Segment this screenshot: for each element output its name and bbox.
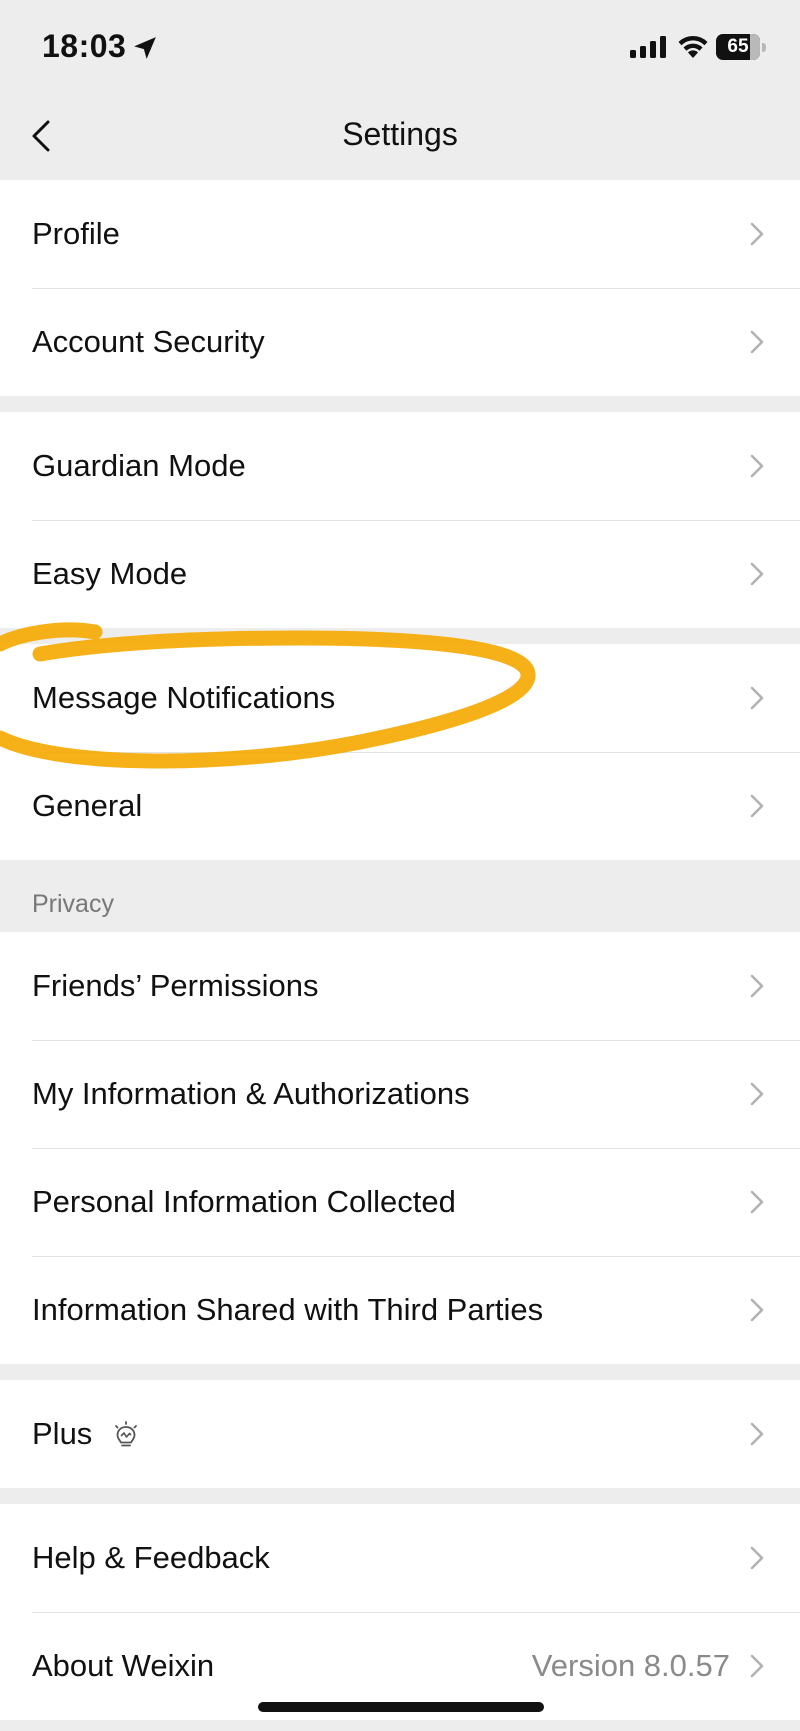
cellular-signal-icon bbox=[630, 36, 666, 58]
chevron-right-icon bbox=[750, 1546, 764, 1570]
home-indicator[interactable] bbox=[258, 1702, 544, 1712]
settings-group-privacy: Friends’ Permissions My Information & Au… bbox=[0, 932, 800, 1364]
battery-level: 65 bbox=[727, 36, 749, 57]
page-title: Settings bbox=[342, 116, 458, 152]
chevron-right-icon bbox=[750, 222, 764, 246]
chevron-right-icon bbox=[750, 974, 764, 998]
status-bar: 18:03 65 bbox=[0, 0, 800, 96]
version-value: Version 8.0.57 bbox=[531, 1648, 730, 1683]
chevron-right-icon bbox=[750, 1422, 764, 1446]
lightbulb-icon bbox=[115, 1421, 137, 1447]
chevron-right-icon bbox=[750, 562, 764, 586]
settings-group-plus: Plus bbox=[0, 1380, 800, 1488]
settings-row-easy-mode[interactable]: Easy Mode bbox=[0, 520, 800, 628]
settings-group-app: Message Notifications General bbox=[0, 644, 800, 860]
section-header-privacy: Privacy bbox=[32, 890, 114, 918]
settings-row-message-notifications[interactable]: Message Notifications bbox=[0, 644, 800, 752]
chevron-right-icon bbox=[750, 794, 764, 818]
settings-row-help-feedback[interactable]: Help & Feedback bbox=[0, 1504, 800, 1612]
settings-group-account: Profile Account Security bbox=[0, 180, 800, 396]
battery-icon: 65 bbox=[716, 34, 766, 60]
settings-row-general[interactable]: General bbox=[0, 752, 800, 860]
settings-group-about: Help & Feedback About Weixin Version 8.0… bbox=[0, 1504, 800, 1720]
nav-bar: Settings bbox=[0, 96, 800, 180]
chevron-right-icon bbox=[750, 1190, 764, 1214]
location-arrow-icon bbox=[134, 37, 156, 59]
chevron-right-icon bbox=[750, 1298, 764, 1322]
settings-row-profile[interactable]: Profile bbox=[0, 180, 800, 288]
row-label: Information Shared with Third Parties bbox=[32, 1292, 544, 1327]
settings-row-personal-info-collected[interactable]: Personal Information Collected bbox=[0, 1148, 800, 1256]
settings-row-plus[interactable]: Plus bbox=[0, 1380, 800, 1488]
chevron-right-icon bbox=[750, 454, 764, 478]
chevron-right-icon bbox=[750, 330, 764, 354]
row-label: General bbox=[32, 788, 143, 823]
chevron-right-icon bbox=[750, 1654, 764, 1678]
row-label: Personal Information Collected bbox=[32, 1184, 456, 1219]
settings-row-my-information[interactable]: My Information & Authorizations bbox=[0, 1040, 800, 1148]
row-label: Message Notifications bbox=[32, 680, 336, 715]
settings-row-info-shared-third-parties[interactable]: Information Shared with Third Parties bbox=[0, 1256, 800, 1364]
settings-row-account-security[interactable]: Account Security bbox=[0, 288, 800, 396]
settings-row-guardian-mode[interactable]: Guardian Mode bbox=[0, 412, 800, 520]
row-label: My Information & Authorizations bbox=[32, 1076, 470, 1111]
settings-row-friends-permissions[interactable]: Friends’ Permissions bbox=[0, 932, 800, 1040]
settings-group-modes: Guardian Mode Easy Mode bbox=[0, 412, 800, 628]
row-label: Friends’ Permissions bbox=[32, 968, 319, 1003]
chevron-left-icon[interactable] bbox=[26, 114, 58, 158]
chevron-right-icon bbox=[750, 1082, 764, 1106]
row-label: Account Security bbox=[32, 324, 265, 359]
row-label: About Weixin bbox=[32, 1648, 215, 1683]
row-label: Profile bbox=[32, 216, 120, 251]
row-label: Guardian Mode bbox=[32, 448, 246, 483]
status-time: 18:03 bbox=[42, 28, 127, 64]
row-label: Easy Mode bbox=[32, 556, 188, 591]
wifi-icon bbox=[678, 35, 708, 58]
chevron-right-icon bbox=[750, 686, 764, 710]
row-label: Help & Feedback bbox=[32, 1540, 270, 1575]
row-label: Plus bbox=[32, 1416, 93, 1451]
